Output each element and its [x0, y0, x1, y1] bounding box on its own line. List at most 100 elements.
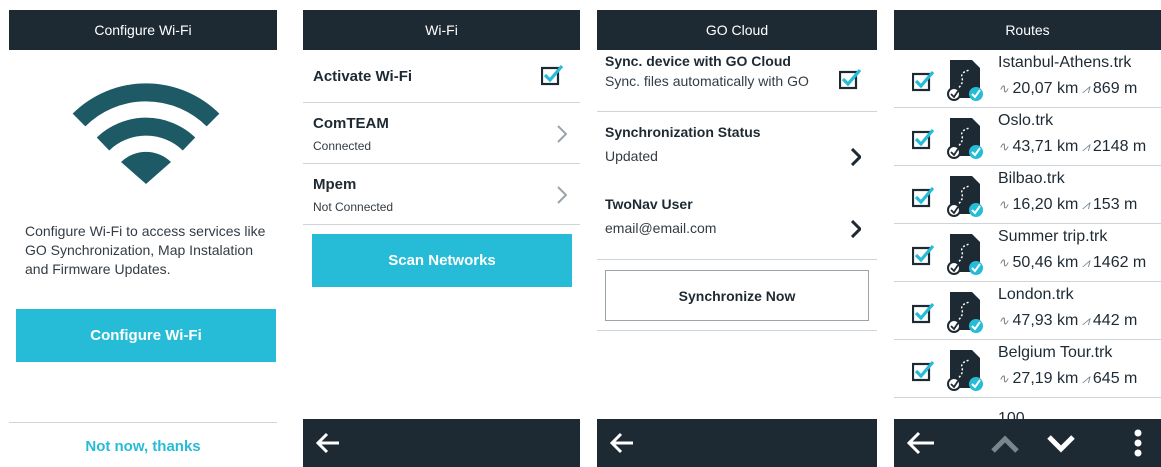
route-name: London.trk: [998, 286, 1074, 303]
checkbox-checked-icon[interactable]: [912, 244, 934, 266]
route-distance: 47,93 km: [1012, 312, 1079, 329]
wifi-description: Configure Wi-Fi to access services like …: [25, 223, 266, 277]
elevation-icon: ⩘: [1078, 139, 1093, 154]
route-file-icon: [947, 350, 983, 391]
route-name: Oslo.trk: [998, 112, 1054, 129]
route-name: Istanbul-Athens.trk: [998, 54, 1132, 71]
elevation-icon: ⩘: [1078, 255, 1093, 270]
route-elevation: 442 m: [1092, 312, 1138, 329]
activate-wifi-row[interactable]: Activate Wi-Fi: [303, 50, 580, 103]
route-stats: ∿ 47,93 km ⩘ 442 m: [998, 312, 1137, 330]
checkbox-checked-icon[interactable]: [912, 70, 934, 92]
route-name: Belgium Tour.trk: [998, 344, 1113, 361]
sync-status-label: Synchronization Status: [605, 124, 761, 140]
route-elevation: 2148 m: [1092, 138, 1147, 155]
network-row-comteam[interactable]: ComTEAM Connected: [303, 103, 580, 164]
route-name: Bilbao.trk: [998, 170, 1065, 187]
twonav-user-value: email@email.com: [605, 220, 717, 236]
screen-title: Routes: [1005, 22, 1050, 38]
routes-titlebar: Routes: [894, 10, 1161, 50]
elevation-icon: ⩘: [1078, 313, 1093, 328]
bottom-bar: [894, 419, 1161, 467]
sync-status-row[interactable]: Synchronization Status Updated: [597, 112, 877, 184]
route-file-icon: [947, 176, 983, 217]
route-distance: 27,19 km: [1012, 370, 1079, 387]
distance-icon: ∿: [998, 371, 1013, 386]
route-row[interactable]: Oslo.trk ∿ 43,71 km ⩘ 2148 m: [894, 108, 1161, 166]
route-stats: ∿ 27,19 km ⩘ 645 m: [998, 370, 1137, 388]
arrow-left-icon[interactable]: [609, 432, 635, 454]
network-name: ComTEAM: [313, 115, 389, 132]
chevron-up-icon[interactable]: [990, 435, 1020, 453]
arrow-left-icon[interactable]: [906, 431, 936, 455]
distance-icon: ∿: [998, 313, 1013, 328]
route-stats: ∿ 16,20 km ⩘ 153 m: [998, 196, 1137, 214]
distance-icon: ∿: [998, 139, 1013, 154]
configure-wifi-screen: Configure Wi-Fi Configure Wi-Fi to acces…: [9, 10, 277, 467]
distance-icon: ∿: [998, 197, 1013, 212]
scan-networks-label: Scan Networks: [388, 252, 496, 269]
distance-icon: ∿: [998, 255, 1013, 270]
sync-device-label: Sync. device with GO Cloud: [605, 53, 791, 69]
routes-screen: Routes Istanbul-Athens.trk ∿ 20,07 km ⩘ 8…: [894, 10, 1161, 467]
checkbox-checked-icon[interactable]: [912, 302, 934, 324]
configure-wifi-label: Configure Wi-Fi: [90, 327, 202, 344]
sync-status-value: Updated: [605, 148, 658, 164]
network-status: Not Connected: [313, 200, 394, 214]
wifi-screen: Wi-Fi Activate Wi-Fi ComTEAM Connected M…: [303, 10, 580, 467]
network-name: Mpem: [313, 176, 357, 193]
route-elevation: 869 m: [1092, 80, 1138, 97]
go-cloud-screen: GO Cloud Sync. device with GO Cloud Sync…: [597, 10, 877, 467]
chevron-right-icon: [851, 148, 861, 166]
route-distance: 50,46 km: [1012, 254, 1079, 271]
bottom-bar: [303, 419, 580, 467]
bottom-bar: [597, 419, 877, 467]
network-status: Connected: [313, 139, 372, 153]
elevation-icon: ⩘: [1078, 197, 1093, 212]
elevation-icon: ⩘: [1078, 81, 1093, 96]
screen-title: GO Cloud: [705, 22, 769, 38]
route-file-icon: [947, 292, 983, 333]
checkbox-checked-icon[interactable]: [541, 64, 563, 86]
checkbox-checked-icon[interactable]: [839, 68, 861, 90]
chevron-down-icon[interactable]: [1046, 433, 1076, 453]
route-name: Summer trip.trk: [998, 228, 1108, 245]
route-stats: ∿ 20,07 km ⩘ 869 m: [998, 80, 1137, 98]
sync-device-sub: Sync. files automatically with GO: [605, 73, 809, 89]
route-row[interactable]: Istanbul-Athens.trk ∿ 20,07 km ⩘ 869 m: [894, 50, 1161, 108]
route-file-icon: [947, 234, 983, 275]
configure-wifi-button[interactable]: Configure Wi-Fi: [16, 309, 276, 362]
route-stats: ∿ 50,46 km ⩘ 1462 m: [998, 254, 1146, 272]
route-distance: 20,07 km: [1012, 80, 1079, 97]
distance-icon: ∿: [998, 81, 1013, 96]
divider: [597, 330, 877, 331]
route-row[interactable]: Belgium Tour.trk ∿ 27,19 km ⩘ 645 m: [894, 340, 1161, 398]
route-row[interactable]: Summer trip.trk ∿ 50,46 km ⩘ 1462 m: [894, 224, 1161, 282]
checkbox-checked-icon[interactable]: [912, 128, 934, 150]
route-elevation: 153 m: [1092, 196, 1138, 213]
arrow-left-icon[interactable]: [315, 432, 341, 454]
route-row[interactable]: Bilbao.trk ∿ 16,20 km ⩘ 153 m: [894, 166, 1161, 224]
route-elevation: 645 m: [1092, 370, 1138, 387]
screen-title: Configure Wi-Fi: [94, 22, 192, 38]
divider: [9, 422, 277, 423]
kebab-menu-icon[interactable]: [1134, 429, 1142, 457]
network-row-mpem[interactable]: Mpem Not Connected: [303, 164, 580, 225]
checkbox-checked-icon[interactable]: [912, 186, 934, 208]
chevron-right-icon: [557, 125, 567, 143]
scan-networks-button[interactable]: Scan Networks: [312, 234, 572, 287]
synchronize-now-label: Synchronize Now: [678, 287, 796, 304]
wifi-icon: [72, 83, 220, 184]
route-file-icon: [947, 118, 983, 159]
synchronize-now-button[interactable]: Synchronize Now: [605, 270, 869, 321]
sync-device-row[interactable]: Sync. device with GO Cloud Sync. files a…: [597, 50, 877, 112]
not-now-link[interactable]: Not now, thanks: [9, 438, 277, 455]
twonav-user-row[interactable]: TwoNav User email@email.com: [597, 184, 877, 260]
go-cloud-titlebar: GO Cloud: [597, 10, 877, 50]
route-row[interactable]: London.trk ∿ 47,93 km ⩘ 442 m: [894, 282, 1161, 340]
checkbox-checked-icon[interactable]: [912, 360, 934, 382]
chevron-right-icon: [851, 220, 861, 238]
route-distance: 16,20 km: [1012, 196, 1079, 213]
route-distance: 43,71 km: [1012, 138, 1079, 155]
configure-wifi-titlebar: Configure Wi-Fi: [9, 10, 277, 50]
